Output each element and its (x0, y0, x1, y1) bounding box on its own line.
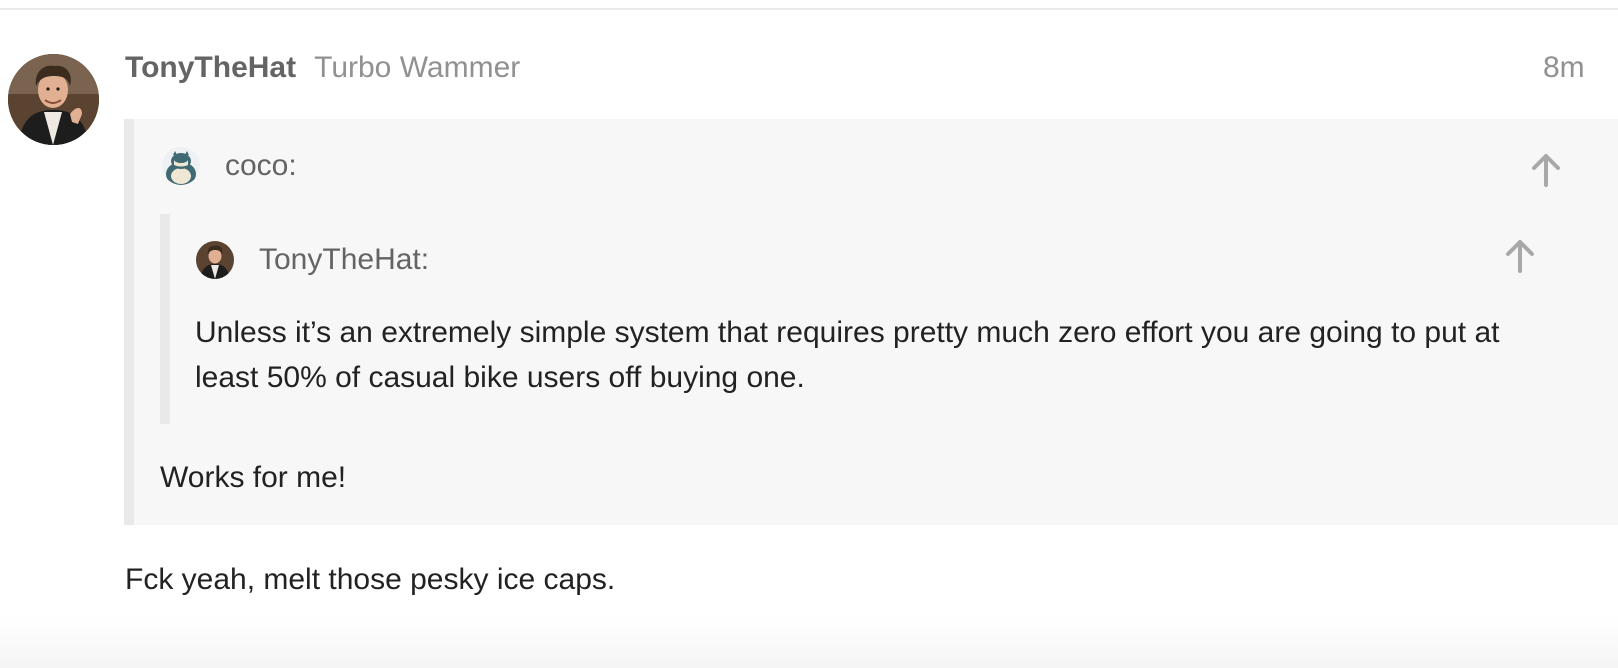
quote-reply-text: Works for me! (160, 461, 347, 494)
nested-quote-author-avatar[interactable] (196, 241, 234, 279)
post-date[interactable]: 8m (1543, 48, 1585, 88)
arrow-up-icon (1532, 154, 1560, 187)
nested-quote-block: TonyTheHat: Unless it’s an extremely sim… (160, 214, 1618, 424)
post-header: TonyTheHat Turbo Wammer (125, 48, 520, 88)
nested-quote-title: TonyTheHat: (196, 240, 429, 280)
bottom-fade (0, 616, 1618, 668)
snorlax-avatar-icon (162, 147, 200, 185)
user-avatar-photo-icon (8, 54, 99, 145)
quote-author[interactable]: coco: (225, 149, 297, 183)
post-body-text: Fck yeah, melt those pesky ice caps. (125, 563, 616, 596)
arrow-up-icon (1506, 240, 1534, 273)
nested-quote-author[interactable]: TonyTheHat: (259, 243, 429, 277)
nested-quote-text: Unless it’s an extremely simple system t… (195, 316, 1500, 394)
quote-expand-button[interactable] (1530, 153, 1562, 187)
nested-quote-expand-button[interactable] (1504, 239, 1536, 273)
post: TonyTheHat Turbo Wammer 8m coco: TonyThe… (0, 10, 1618, 668)
quote-author-avatar[interactable] (162, 147, 200, 185)
user-avatar-photo-icon (196, 241, 234, 279)
author-avatar[interactable] (8, 54, 99, 145)
quote-block: coco: TonyTheHat: Unless it’s an extreme… (124, 119, 1618, 525)
author-username[interactable]: TonyTheHat (125, 51, 296, 85)
quote-title: coco: (162, 146, 297, 186)
author-user-title: Turbo Wammer (314, 51, 521, 84)
